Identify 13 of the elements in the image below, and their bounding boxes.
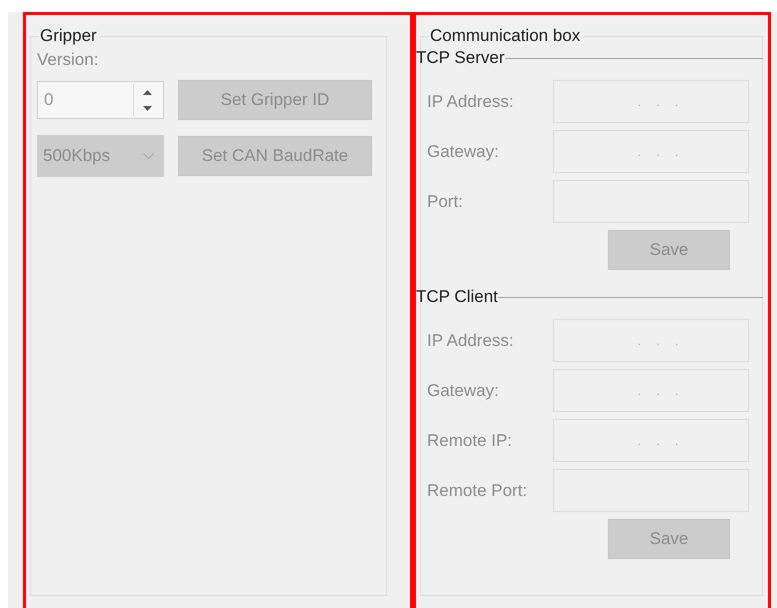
field-label: Port: bbox=[427, 192, 464, 212]
section-title: TCP Server bbox=[416, 48, 504, 68]
chevron-down-icon bbox=[143, 153, 154, 159]
version-label: Version: bbox=[37, 50, 98, 70]
field-label: Remote IP: bbox=[427, 430, 514, 450]
section-title: TCP Client bbox=[416, 287, 498, 307]
field-label: IP Address: bbox=[427, 92, 515, 112]
field-label: Gateway: bbox=[427, 142, 500, 162]
field-label: Remote Port: bbox=[427, 480, 528, 500]
field-label: Gateway: bbox=[427, 380, 500, 400]
group-title: Communication box bbox=[429, 26, 582, 46]
field-label: IP Address: bbox=[427, 330, 515, 350]
group-title: Gripper bbox=[39, 26, 98, 46]
